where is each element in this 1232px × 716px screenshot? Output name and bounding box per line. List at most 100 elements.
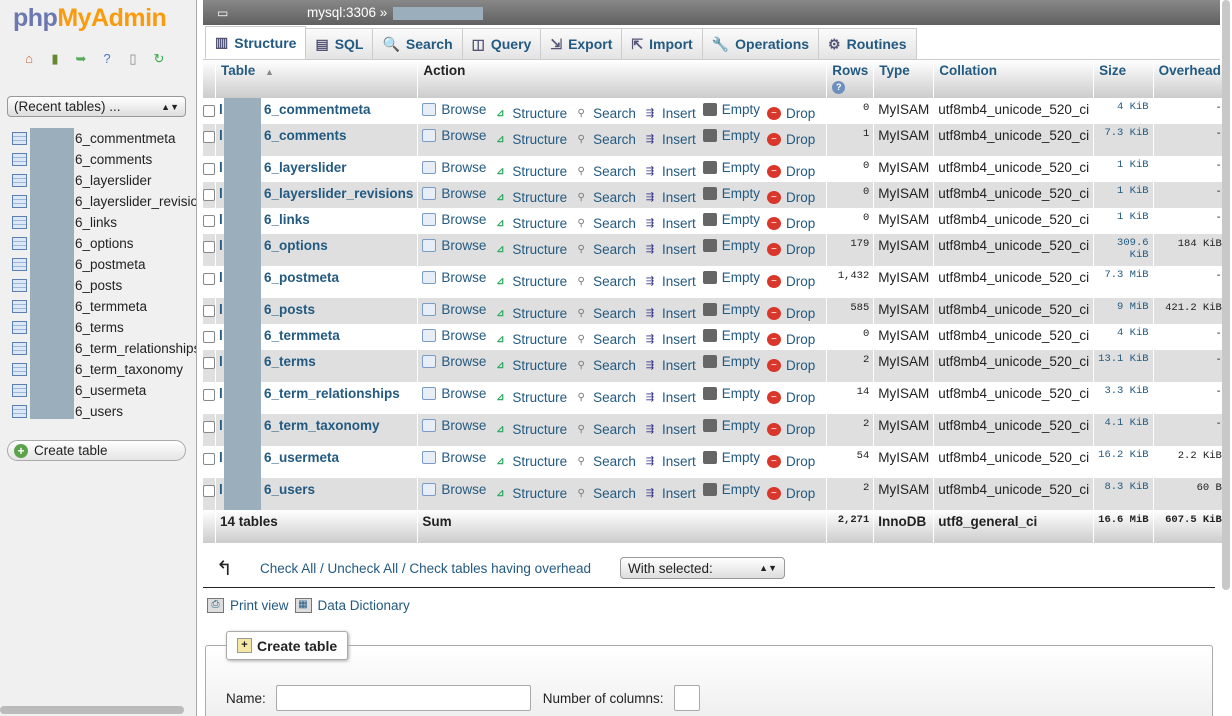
table-name-input[interactable] [275, 685, 531, 711]
empty-action[interactable]: Empty [702, 328, 760, 343]
table-icon[interactable] [12, 174, 27, 187]
table-name-link[interactable]: l 6_usermeta [215, 446, 419, 478]
col-header-table[interactable]: Table ▲ [215, 60, 419, 98]
print-view-link[interactable]: Print view [230, 598, 289, 613]
table-name-link[interactable]: l 6_postmeta [215, 266, 419, 298]
horizontal-scrollbar[interactable] [0, 706, 184, 714]
browse-action[interactable]: Browse [422, 450, 486, 465]
search-action[interactable]: ⚲ Search [574, 332, 635, 347]
empty-action[interactable]: Empty [702, 386, 760, 401]
row-checkbox[interactable] [203, 389, 215, 401]
empty-action[interactable]: Empty [702, 302, 760, 317]
row-checkbox[interactable] [203, 241, 215, 253]
reload-icon[interactable]: ↻ [150, 50, 168, 67]
table-name-link[interactable]: l 6_term_relationships [215, 382, 419, 414]
table-size-link[interactable]: 4 KiB [1093, 324, 1154, 350]
sidebar-create-table-button[interactable]: + Create table [7, 440, 186, 461]
search-action[interactable]: ⚲ Search [574, 132, 635, 147]
browse-action[interactable]: Browse [422, 302, 486, 317]
insert-action[interactable]: ⇶ Insert [643, 274, 696, 289]
col-header-size[interactable]: Size [1093, 60, 1154, 98]
structure-action[interactable]: ⊿ Structure [493, 422, 567, 437]
table-name-link[interactable]: l 6_termmeta [215, 324, 419, 350]
home-icon[interactable]: ⌂ [20, 50, 38, 67]
table-name-link[interactable]: l 6_terms [215, 350, 419, 382]
uncheck-all-link[interactable]: Uncheck All [328, 561, 399, 576]
empty-action[interactable]: Empty [702, 102, 760, 117]
table-icon[interactable] [12, 321, 27, 334]
insert-action[interactable]: ⇶ Insert [643, 486, 696, 501]
col-header-rows[interactable]: Rows? [826, 60, 875, 98]
table-size-link[interactable]: 16.2 KiB [1093, 446, 1154, 478]
empty-action[interactable]: Empty [702, 212, 760, 227]
docs-icon[interactable]: ? [98, 50, 116, 67]
vertical-scrollbar[interactable] [1222, 0, 1230, 590]
table-name-link[interactable]: l 6_options [215, 234, 419, 266]
row-checkbox[interactable] [203, 305, 215, 317]
empty-action[interactable]: Empty [702, 238, 760, 253]
tab-routines[interactable]: ⚙ Routines [818, 28, 917, 59]
tab-operations[interactable]: 🔧 Operations [701, 28, 820, 59]
drop-action[interactable]: − Drop [766, 454, 815, 469]
search-action[interactable]: ⚲ Search [574, 190, 635, 205]
empty-action[interactable]: Empty [702, 128, 760, 143]
table-size-link[interactable]: 8.3 KiB [1093, 478, 1154, 510]
structure-action[interactable]: ⊿ Structure [493, 454, 567, 469]
search-action[interactable]: ⚲ Search [574, 274, 635, 289]
table-name-link[interactable]: l 6_commentmeta [215, 98, 419, 124]
help-icon[interactable]: ? [832, 81, 846, 94]
row-checkbox[interactable] [203, 105, 215, 117]
row-checkbox[interactable] [203, 421, 215, 433]
phpmyadmin-logo[interactable]: phpMyAdmin [13, 4, 167, 33]
drop-action[interactable]: − Drop [766, 422, 815, 437]
drop-action[interactable]: − Drop [766, 242, 815, 257]
table-size-link[interactable]: 309.6 KiB [1093, 234, 1154, 266]
insert-action[interactable]: ⇶ Insert [643, 454, 696, 469]
search-action[interactable]: ⚲ Search [574, 390, 635, 405]
insert-action[interactable]: ⇶ Insert [643, 422, 696, 437]
browse-action[interactable]: Browse [422, 482, 486, 497]
tab-structure[interactable]: ▥ Structure [205, 26, 307, 59]
insert-action[interactable]: ⇶ Insert [643, 306, 696, 321]
empty-action[interactable]: Empty [702, 270, 760, 285]
row-checkbox[interactable] [203, 453, 215, 465]
table-icon[interactable] [12, 153, 27, 166]
drop-action[interactable]: − Drop [766, 132, 815, 147]
structure-action[interactable]: ⊿ Structure [493, 390, 567, 405]
row-checkbox[interactable] [203, 357, 215, 369]
number-of-columns-input[interactable] [673, 685, 700, 711]
empty-action[interactable]: Empty [702, 482, 760, 497]
structure-action[interactable]: ⊿ Structure [493, 216, 567, 231]
drop-action[interactable]: − Drop [766, 164, 815, 179]
tab-export[interactable]: ⇲ Export [540, 28, 623, 59]
insert-action[interactable]: ⇶ Insert [643, 132, 696, 147]
insert-action[interactable]: ⇶ Insert [643, 332, 696, 347]
table-size-link[interactable]: 13.1 KiB [1093, 350, 1154, 382]
table-size-link[interactable]: 1 KiB [1093, 182, 1154, 208]
table-icon[interactable] [12, 300, 27, 313]
drop-action[interactable]: − Drop [766, 216, 815, 231]
table-size-link[interactable]: 9 MiB [1093, 298, 1154, 324]
drop-action[interactable]: − Drop [766, 306, 815, 321]
table-size-link[interactable]: 4 KiB [1093, 98, 1154, 124]
check-all-link[interactable]: Check All [260, 561, 316, 576]
structure-action[interactable]: ⊿ Structure [493, 306, 567, 321]
data-dictionary-link[interactable]: Data Dictionary [318, 598, 410, 613]
insert-action[interactable]: ⇶ Insert [643, 216, 696, 231]
table-size-link[interactable]: 1 KiB [1093, 156, 1154, 182]
search-action[interactable]: ⚲ Search [574, 106, 635, 121]
browse-action[interactable]: Browse [422, 160, 486, 175]
browse-action[interactable]: Browse [422, 270, 486, 285]
browse-action[interactable]: Browse [422, 186, 486, 201]
search-action[interactable]: ⚲ Search [574, 164, 635, 179]
sql-query-icon[interactable]: ➥ [72, 50, 90, 67]
search-action[interactable]: ⚲ Search [574, 306, 635, 321]
browse-action[interactable]: Browse [422, 386, 486, 401]
structure-action[interactable]: ⊿ Structure [493, 132, 567, 147]
row-checkbox[interactable] [203, 189, 215, 201]
insert-action[interactable]: ⇶ Insert [643, 106, 696, 121]
table-name-link[interactable]: l 6_term_taxonomy [215, 414, 419, 446]
table-icon[interactable] [12, 342, 27, 355]
table-icon[interactable] [12, 216, 27, 229]
row-checkbox[interactable] [203, 215, 215, 227]
